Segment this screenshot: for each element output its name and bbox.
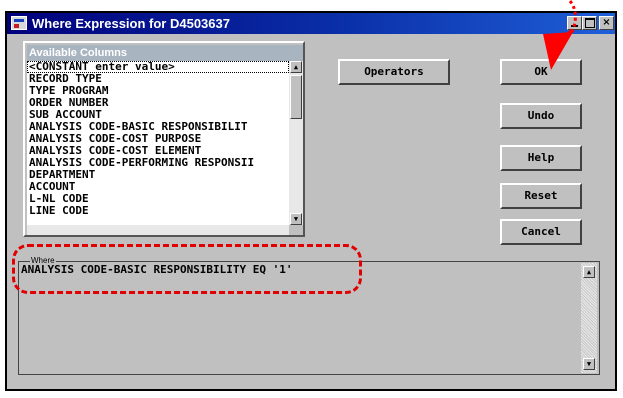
arrow-annotation-icon (543, 0, 577, 70)
list-horizontal-scrollbar[interactable] (27, 225, 289, 235)
app-icon (11, 16, 27, 30)
scroll-down-icon[interactable]: ▼ (290, 213, 302, 225)
list-item[interactable]: LINE CODE (27, 205, 289, 217)
available-columns-list[interactable]: <CONSTANT enter value> RECORD TYPE TYPE … (27, 61, 289, 225)
reset-button[interactable]: Reset (500, 183, 582, 209)
highlight-annotation (12, 244, 362, 294)
where-vertical-scrollbar[interactable]: ▲ ▼ (581, 263, 597, 373)
cancel-button[interactable]: Cancel (500, 219, 582, 245)
undo-button[interactable]: Undo (500, 103, 582, 129)
available-columns-panel: Available Columns <CONSTANT enter value>… (23, 41, 305, 237)
list-vertical-scrollbar[interactable]: ▲ ▼ (289, 61, 303, 225)
operators-button[interactable]: Operators (338, 59, 450, 85)
scroll-down-icon[interactable]: ▼ (583, 358, 595, 370)
available-columns-header: Available Columns (27, 45, 303, 61)
scroll-up-icon[interactable]: ▲ (583, 266, 595, 278)
window-title: Where Expression for D4503637 (32, 16, 230, 31)
help-button[interactable]: Help (500, 145, 582, 171)
scroll-thumb[interactable] (290, 75, 302, 119)
scroll-up-icon[interactable]: ▲ (290, 61, 302, 73)
